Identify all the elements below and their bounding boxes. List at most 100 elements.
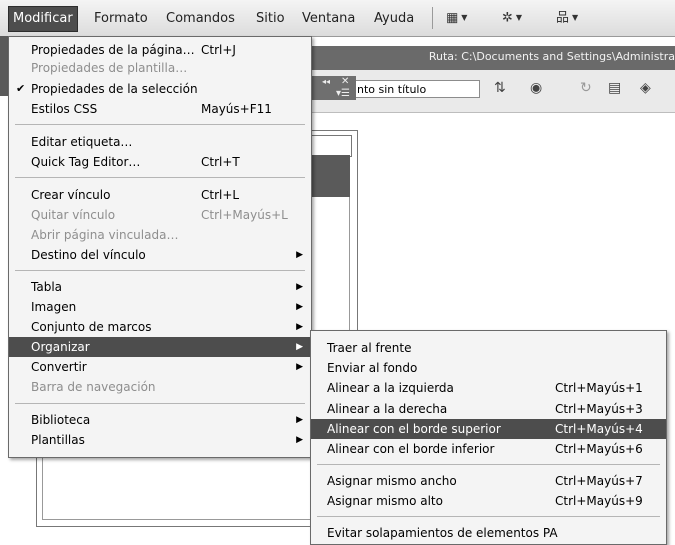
modificar-menu: Propiedades de la página… Ctrl+J Propied… bbox=[8, 36, 312, 458]
refresh-icon[interactable]: ↻ bbox=[580, 80, 592, 96]
gear-icon[interactable]: ✲ ▼ bbox=[502, 9, 522, 27]
menu-ayuda[interactable]: Ayuda bbox=[374, 10, 414, 28]
menu-item-label: Alinear con el borde inferior bbox=[327, 442, 495, 456]
menu-item-alinear-borde-superior[interactable]: Alinear con el borde superior Ctrl+Mayús… bbox=[311, 419, 666, 439]
menu-separator bbox=[15, 177, 305, 178]
menu-item-label: Biblioteca bbox=[31, 413, 91, 427]
menu-item-shortcut: Ctrl+Mayús+4 bbox=[555, 422, 643, 436]
menu-item-label: Evitar solapamientos de elementos PA bbox=[327, 526, 558, 540]
menu-item-label: Traer al frente bbox=[327, 341, 412, 355]
menu-item-label: Plantillas bbox=[31, 433, 85, 447]
menu-item-alinear-borde-inferior[interactable]: Alinear con el borde inferior Ctrl+Mayús… bbox=[311, 439, 666, 459]
menu-item-label: Imagen bbox=[31, 300, 77, 314]
layout-icon[interactable]: ▦ ▼ bbox=[446, 9, 467, 27]
menu-item-crear-vinculo[interactable]: Crear vínculo Ctrl+L bbox=[9, 185, 311, 205]
menu-item-shortcut: Ctrl+Mayús+3 bbox=[555, 402, 643, 416]
menu-item-barra-navegacion: Barra de navegación bbox=[9, 377, 311, 397]
menu-item-label: Propiedades de la página… bbox=[31, 43, 195, 57]
file-transfer-icon[interactable]: ⇅ bbox=[494, 80, 506, 96]
menu-separator bbox=[15, 270, 305, 271]
menu-item-organizar[interactable]: Organizar ▶ bbox=[9, 337, 311, 357]
panel-menu-icon[interactable]: ▾☰ bbox=[336, 88, 350, 99]
submenu-arrow-icon: ▶ bbox=[296, 250, 303, 260]
menu-item-plantillas[interactable]: Plantillas ▶ bbox=[9, 430, 311, 450]
menubar-separator bbox=[432, 7, 433, 29]
menu-separator bbox=[317, 516, 660, 517]
menu-item-propiedades-pagina[interactable]: Propiedades de la página… Ctrl+J bbox=[9, 40, 311, 60]
menu-item-label: Asignar mismo ancho bbox=[327, 474, 457, 488]
menu-item-alinear-derecha[interactable]: Alinear a la derecha Ctrl+Mayús+3 bbox=[311, 399, 666, 419]
menu-item-conjunto-marcos[interactable]: Conjunto de marcos ▶ bbox=[9, 317, 311, 337]
menu-item-label: Destino del vínculo bbox=[31, 248, 146, 262]
checkmark-icon: ✔ bbox=[16, 82, 26, 95]
menu-item-abrir-pagina-vinculada: Abrir página vinculada… bbox=[9, 225, 311, 245]
path-bar: Ruta: C:\Documents and Settings\Administ… bbox=[290, 46, 675, 70]
menu-item-label: Alinear a la derecha bbox=[327, 402, 448, 416]
menu-item-shortcut: Ctrl+L bbox=[201, 188, 240, 202]
menu-item-label: Conjunto de marcos bbox=[31, 320, 152, 334]
view-options-icon[interactable]: ▤ bbox=[608, 80, 621, 96]
menu-comandos[interactable]: Comandos bbox=[166, 10, 235, 28]
menu-item-enviar-fondo[interactable]: Enviar al fondo bbox=[311, 358, 666, 378]
menu-sitio[interactable]: Sitio bbox=[256, 10, 285, 28]
submenu-arrow-icon: ▶ bbox=[296, 342, 303, 352]
menu-item-label: Estilos CSS bbox=[31, 102, 98, 116]
menu-item-tabla[interactable]: Tabla ▶ bbox=[9, 277, 311, 297]
menu-item-label: Asignar mismo alto bbox=[327, 494, 443, 508]
menu-item-shortcut: Ctrl+Mayús+L bbox=[201, 208, 288, 222]
menu-item-label: Propiedades de plantilla… bbox=[31, 61, 188, 75]
menu-item-biblioteca[interactable]: Biblioteca ▶ bbox=[9, 410, 311, 430]
submenu-arrow-icon: ▶ bbox=[296, 302, 303, 312]
menu-item-propiedades-seleccion[interactable]: ✔ Propiedades de la selección bbox=[9, 79, 311, 99]
menu-item-quick-tag-editor[interactable]: Quick Tag Editor… Ctrl+T bbox=[9, 152, 311, 172]
menu-item-imagen[interactable]: Imagen ▶ bbox=[9, 297, 311, 317]
menu-item-label: Convertir bbox=[31, 360, 87, 374]
menu-item-label: Barra de navegación bbox=[31, 380, 156, 394]
menu-item-shortcut: Ctrl+Mayús+9 bbox=[555, 494, 643, 508]
menu-item-label: Abrir página vinculada… bbox=[31, 228, 179, 242]
menu-item-mismo-alto[interactable]: Asignar mismo alto Ctrl+Mayús+9 bbox=[311, 491, 666, 511]
menu-item-label: Alinear a la izquierda bbox=[327, 381, 454, 395]
menu-item-estilos-css[interactable]: Estilos CSS Mayús+F11 bbox=[9, 99, 311, 119]
menu-separator bbox=[317, 464, 660, 465]
menu-item-destino-vinculo[interactable]: Destino del vínculo ▶ bbox=[9, 245, 311, 265]
site-icon[interactable]: 品 ▼ bbox=[556, 9, 578, 27]
menu-item-shortcut: Mayús+F11 bbox=[201, 102, 272, 116]
menu-ventana[interactable]: Ventana bbox=[302, 10, 355, 28]
menu-item-label: Editar etiqueta… bbox=[31, 135, 133, 149]
menu-separator bbox=[15, 403, 305, 404]
menu-item-mismo-ancho[interactable]: Asignar mismo ancho Ctrl+Mayús+7 bbox=[311, 471, 666, 491]
menu-item-label: Tabla bbox=[31, 280, 63, 294]
collapse-icon[interactable]: ◂◂ bbox=[322, 77, 330, 86]
menu-item-shortcut: Ctrl+J bbox=[201, 43, 236, 57]
chevron-down-icon: ▼ bbox=[572, 13, 579, 22]
submenu-arrow-icon: ▶ bbox=[296, 362, 303, 372]
menu-item-traer-frente[interactable]: Traer al frente bbox=[311, 338, 666, 358]
menu-item-editar-etiqueta[interactable]: Editar etiqueta… bbox=[9, 132, 311, 152]
menu-item-shortcut: Ctrl+T bbox=[201, 155, 240, 169]
globe-icon[interactable]: ◉ bbox=[530, 80, 542, 96]
chevron-down-icon: ▼ bbox=[515, 13, 523, 22]
visual-aids-icon[interactable]: ◈ bbox=[640, 80, 651, 96]
menu-item-shortcut: Ctrl+Mayús+7 bbox=[555, 474, 643, 488]
close-icon[interactable]: ✕ bbox=[341, 76, 349, 87]
menu-modificar[interactable]: Modificar bbox=[8, 6, 78, 32]
menu-item-label: Organizar bbox=[31, 340, 90, 354]
submenu-arrow-icon: ▶ bbox=[296, 415, 303, 425]
menu-item-label: Quitar vínculo bbox=[31, 208, 116, 222]
menu-item-quitar-vinculo: Quitar vínculo Ctrl+Mayús+L bbox=[9, 205, 311, 225]
menu-separator bbox=[15, 124, 305, 125]
menu-item-propiedades-plantilla: Propiedades de plantilla… bbox=[9, 58, 311, 78]
menu-item-alinear-izquierda[interactable]: Alinear a la izquierda Ctrl+Mayús+1 bbox=[311, 378, 666, 398]
submenu-arrow-icon: ▶ bbox=[296, 322, 303, 332]
menu-item-convertir[interactable]: Convertir ▶ bbox=[9, 357, 311, 377]
left-panel bbox=[0, 96, 8, 543]
menu-item-evitar-solapamientos[interactable]: Evitar solapamientos de elementos PA bbox=[311, 523, 666, 543]
menu-item-label: Crear vínculo bbox=[31, 188, 111, 202]
menu-formato[interactable]: Formato bbox=[94, 10, 148, 28]
path-text: Ruta: C:\Documents and Settings\Administ… bbox=[428, 50, 675, 63]
chevron-down-icon: ▼ bbox=[461, 13, 468, 22]
menu-item-shortcut: Ctrl+Mayús+6 bbox=[555, 442, 643, 456]
menu-item-label: Enviar al fondo bbox=[327, 361, 418, 375]
submenu-arrow-icon: ▶ bbox=[296, 282, 303, 292]
